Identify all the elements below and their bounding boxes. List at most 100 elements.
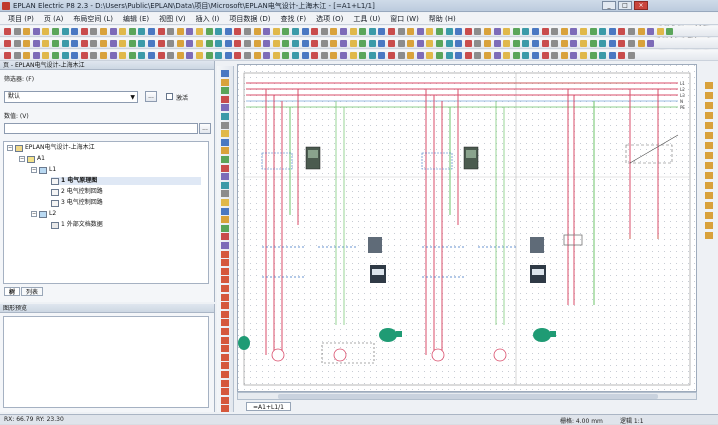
toolbar-tool-icon[interactable]: [474, 28, 482, 35]
toolbar-tool-icon[interactable]: [224, 28, 232, 35]
toolbar-tool-icon[interactable]: [503, 52, 511, 59]
toolbar-tool-icon[interactable]: [532, 52, 539, 59]
insert-symbol-icon[interactable]: [221, 267, 229, 275]
toolbar-tool-icon[interactable]: [368, 52, 376, 59]
menu-layout-space[interactable]: 布局空间 (L): [68, 13, 118, 24]
toolbar-tool-icon[interactable]: [512, 52, 520, 59]
filter-more-button[interactable]: ...: [145, 91, 157, 102]
toolbar-tool-icon[interactable]: [61, 28, 69, 35]
toolbar-tool-icon[interactable]: [522, 52, 530, 59]
toolbar-tool-icon[interactable]: [436, 52, 443, 59]
toolbar-tool-icon[interactable]: [407, 52, 415, 59]
collapse-icon[interactable]: −: [7, 145, 13, 151]
toolbar-tool-icon[interactable]: [618, 52, 626, 59]
scroll-thumb[interactable]: [278, 394, 658, 399]
toolbar-tool-icon[interactable]: [589, 52, 597, 59]
connection-symbol-icon[interactable]: [705, 142, 713, 149]
toolbar-tool-icon[interactable]: [628, 52, 635, 59]
toolbar-tool-icon[interactable]: [464, 28, 472, 35]
toolbar-tool-icon[interactable]: [570, 28, 578, 35]
toolbar-tool-icon[interactable]: [224, 40, 232, 47]
toolbar-tool-icon[interactable]: [503, 28, 511, 35]
toolbar-tool-icon[interactable]: [90, 52, 98, 59]
toolbar-tool-icon[interactable]: [493, 40, 501, 47]
insert-symbol-icon[interactable]: [221, 121, 229, 129]
toolbar-tool-icon[interactable]: [311, 28, 319, 35]
toolbar-tool-icon[interactable]: [580, 40, 587, 47]
toolbar-tool-icon[interactable]: [484, 40, 491, 47]
toolbar-tool-icon[interactable]: [608, 28, 616, 35]
toolbar-tool-icon[interactable]: [628, 40, 635, 47]
activate-checkbox[interactable]: [166, 93, 173, 100]
page-tab[interactable]: =A1+L1/1: [246, 402, 291, 411]
toolbar-tool-icon[interactable]: [196, 52, 203, 59]
toolbar-tool-icon[interactable]: [128, 40, 136, 47]
toolbar-tool-icon[interactable]: [292, 52, 299, 59]
insert-symbol-icon[interactable]: [221, 113, 229, 120]
connection-symbol-icon[interactable]: [705, 182, 713, 189]
toolbar-tool-icon[interactable]: [560, 28, 568, 35]
toolbar-tool-icon[interactable]: [599, 52, 607, 59]
insert-symbol-icon[interactable]: [221, 78, 229, 86]
insert-symbol-icon[interactable]: [221, 199, 229, 206]
connection-symbol-icon[interactable]: [705, 172, 713, 179]
toolbar-tool-icon[interactable]: [359, 52, 367, 59]
toolbar-tool-icon[interactable]: [378, 40, 386, 47]
toolbar-tool-icon[interactable]: [61, 40, 69, 47]
insert-symbol-icon[interactable]: [221, 173, 229, 181]
connection-symbol-icon[interactable]: [705, 82, 713, 89]
insert-symbol-icon[interactable]: [221, 164, 229, 172]
toolbar-tool-icon[interactable]: [4, 28, 11, 35]
toolbar-tool-icon[interactable]: [71, 52, 79, 59]
toolbar-tool-icon[interactable]: [388, 52, 395, 59]
toolbar-tool-icon[interactable]: [253, 28, 261, 35]
toolbar-tool-icon[interactable]: [330, 52, 338, 59]
toolbar-tool-icon[interactable]: [157, 40, 165, 47]
toolbar-tool-icon[interactable]: [474, 40, 482, 47]
toolbar-tool-icon[interactable]: [512, 28, 520, 35]
insert-symbol-icon[interactable]: [221, 130, 229, 138]
toolbar-tool-icon[interactable]: [42, 52, 50, 59]
toolbar-tool-icon[interactable]: [128, 28, 136, 35]
toolbar-tool-icon[interactable]: [397, 52, 405, 59]
toolbar-tool-icon[interactable]: [234, 28, 242, 35]
toolbar-tool-icon[interactable]: [215, 28, 223, 35]
insert-symbol-icon[interactable]: [221, 87, 229, 95]
menu-window[interactable]: 窗口 (W): [385, 13, 424, 24]
toolbar-tool-icon[interactable]: [148, 52, 155, 59]
toolbar-tool-icon[interactable]: [100, 28, 107, 35]
toolbar-tool-icon[interactable]: [138, 28, 146, 35]
toolbar-tool-icon[interactable]: [205, 40, 213, 47]
toolbar-tool-icon[interactable]: [272, 28, 280, 35]
toolbar-tool-icon[interactable]: [167, 40, 175, 47]
toolbar-tool-icon[interactable]: [455, 40, 463, 47]
toolbar-tool-icon[interactable]: [340, 40, 347, 47]
tree-node-page-2[interactable]: 2 电气控制回路: [51, 188, 103, 196]
tree-node-l2[interactable]: − L2: [31, 210, 56, 218]
insert-symbol-icon[interactable]: [221, 156, 229, 163]
toolbar-tool-icon[interactable]: [292, 28, 299, 35]
insert-symbol-icon[interactable]: [221, 371, 229, 378]
toolbar-tool-icon[interactable]: [301, 40, 309, 47]
toolbar-tool-icon[interactable]: [13, 28, 21, 35]
toolbar-tool-icon[interactable]: [292, 40, 299, 47]
insert-symbol-icon[interactable]: [221, 302, 229, 310]
insert-symbol-icon[interactable]: [221, 233, 229, 241]
toolbar-tool-icon[interactable]: [13, 40, 21, 47]
horizontal-scrollbar[interactable]: [237, 392, 697, 400]
insert-symbol-icon[interactable]: [221, 70, 229, 77]
toolbar-tool-icon[interactable]: [599, 40, 607, 47]
toolbar-tool-icon[interactable]: [445, 40, 453, 47]
toolbar-tool-icon[interactable]: [23, 28, 31, 35]
toolbar-tool-icon[interactable]: [119, 40, 127, 47]
schematic-canvas[interactable]: L1 L2 L3 N PE: [237, 64, 697, 392]
toolbar-tool-icon[interactable]: [426, 28, 434, 35]
toolbar-tool-icon[interactable]: [42, 40, 50, 47]
toolbar-tool-icon[interactable]: [445, 28, 453, 35]
tree-node-a1[interactable]: − A1: [19, 155, 45, 163]
toolbar-tool-icon[interactable]: [282, 28, 290, 35]
insert-symbol-icon[interactable]: [221, 224, 229, 232]
insert-symbol-icon[interactable]: [221, 388, 229, 396]
toolbar-tool-icon[interactable]: [215, 52, 223, 59]
toolbar-tool-icon[interactable]: [253, 52, 261, 59]
